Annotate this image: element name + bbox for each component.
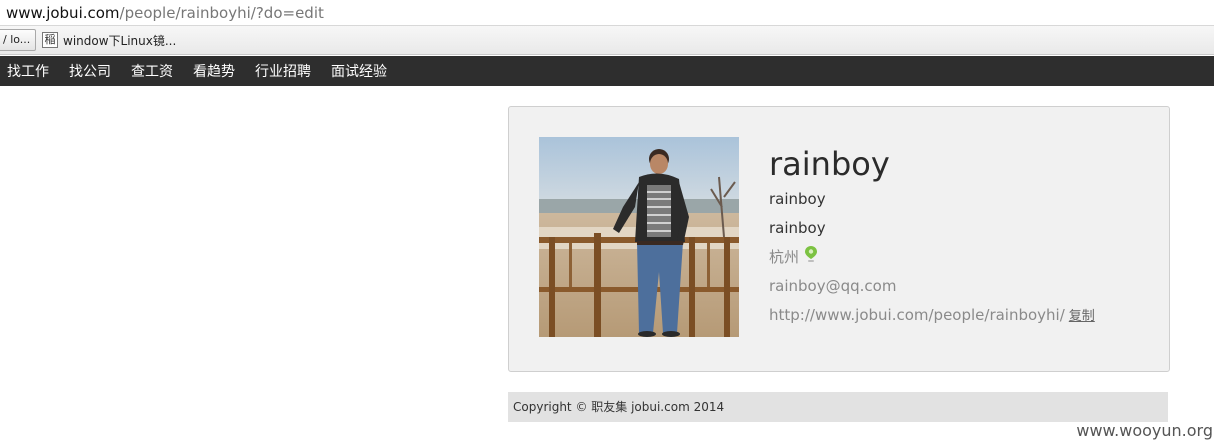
- bookmark-item[interactable]: 稲 window下Linux镜...: [42, 30, 176, 50]
- bookmark-favicon-icon: 稲: [42, 32, 58, 48]
- nav-trends[interactable]: 看趋势: [193, 61, 235, 81]
- bookmark-label: window下Linux镜...: [63, 33, 177, 48]
- watermark-text: www.wooyun.org: [1076, 421, 1213, 440]
- profile-url-row: http://www.jobui.com/people/rainboyhi/复制: [769, 301, 1149, 331]
- bookmark-button[interactable]: / lo...: [0, 29, 36, 51]
- nav-find-job[interactable]: 找工作: [7, 61, 49, 81]
- url-path: /people/rainboyhi/?do=edit: [119, 4, 324, 22]
- address-bar[interactable]: www.jobui.com/people/rainboyhi/?do=edit: [0, 0, 1214, 26]
- site-top-nav: 找工作 找公司 查工资 看趋势 行业招聘 面试经验: [0, 56, 1214, 86]
- copy-link[interactable]: 复制: [1069, 309, 1095, 324]
- footer-copyright: Copyright © 职友集 jobui.com 2014: [508, 392, 1168, 422]
- profile-info: rainboy rainboy rainboy 杭州 rainboy@qq.co…: [769, 143, 1149, 331]
- bookmarks-bar: / lo... 稲 window下Linux镜...: [0, 26, 1214, 55]
- profile-card: rainboy rainboy rainboy 杭州 rainboy@qq.co…: [508, 106, 1170, 372]
- profile-name: rainboy: [769, 145, 890, 183]
- location-pin-icon: [805, 243, 818, 272]
- nav-interview[interactable]: 面试经验: [331, 61, 387, 81]
- avatar: [539, 137, 739, 337]
- nav-industry-jobs[interactable]: 行业招聘: [255, 61, 311, 81]
- nav-salary[interactable]: 查工资: [131, 61, 173, 81]
- url-host: www.jobui.com: [6, 4, 120, 22]
- profile-email: rainboy@qq.com: [769, 277, 897, 295]
- profile-city-row: 杭州: [769, 243, 1149, 272]
- nav-find-company[interactable]: 找公司: [69, 61, 111, 81]
- profile-line-2: rainboy: [769, 219, 826, 237]
- profile-city: 杭州: [769, 248, 800, 266]
- profile-line-1: rainboy: [769, 190, 826, 208]
- profile-url: http://www.jobui.com/people/rainboyhi/: [769, 306, 1065, 324]
